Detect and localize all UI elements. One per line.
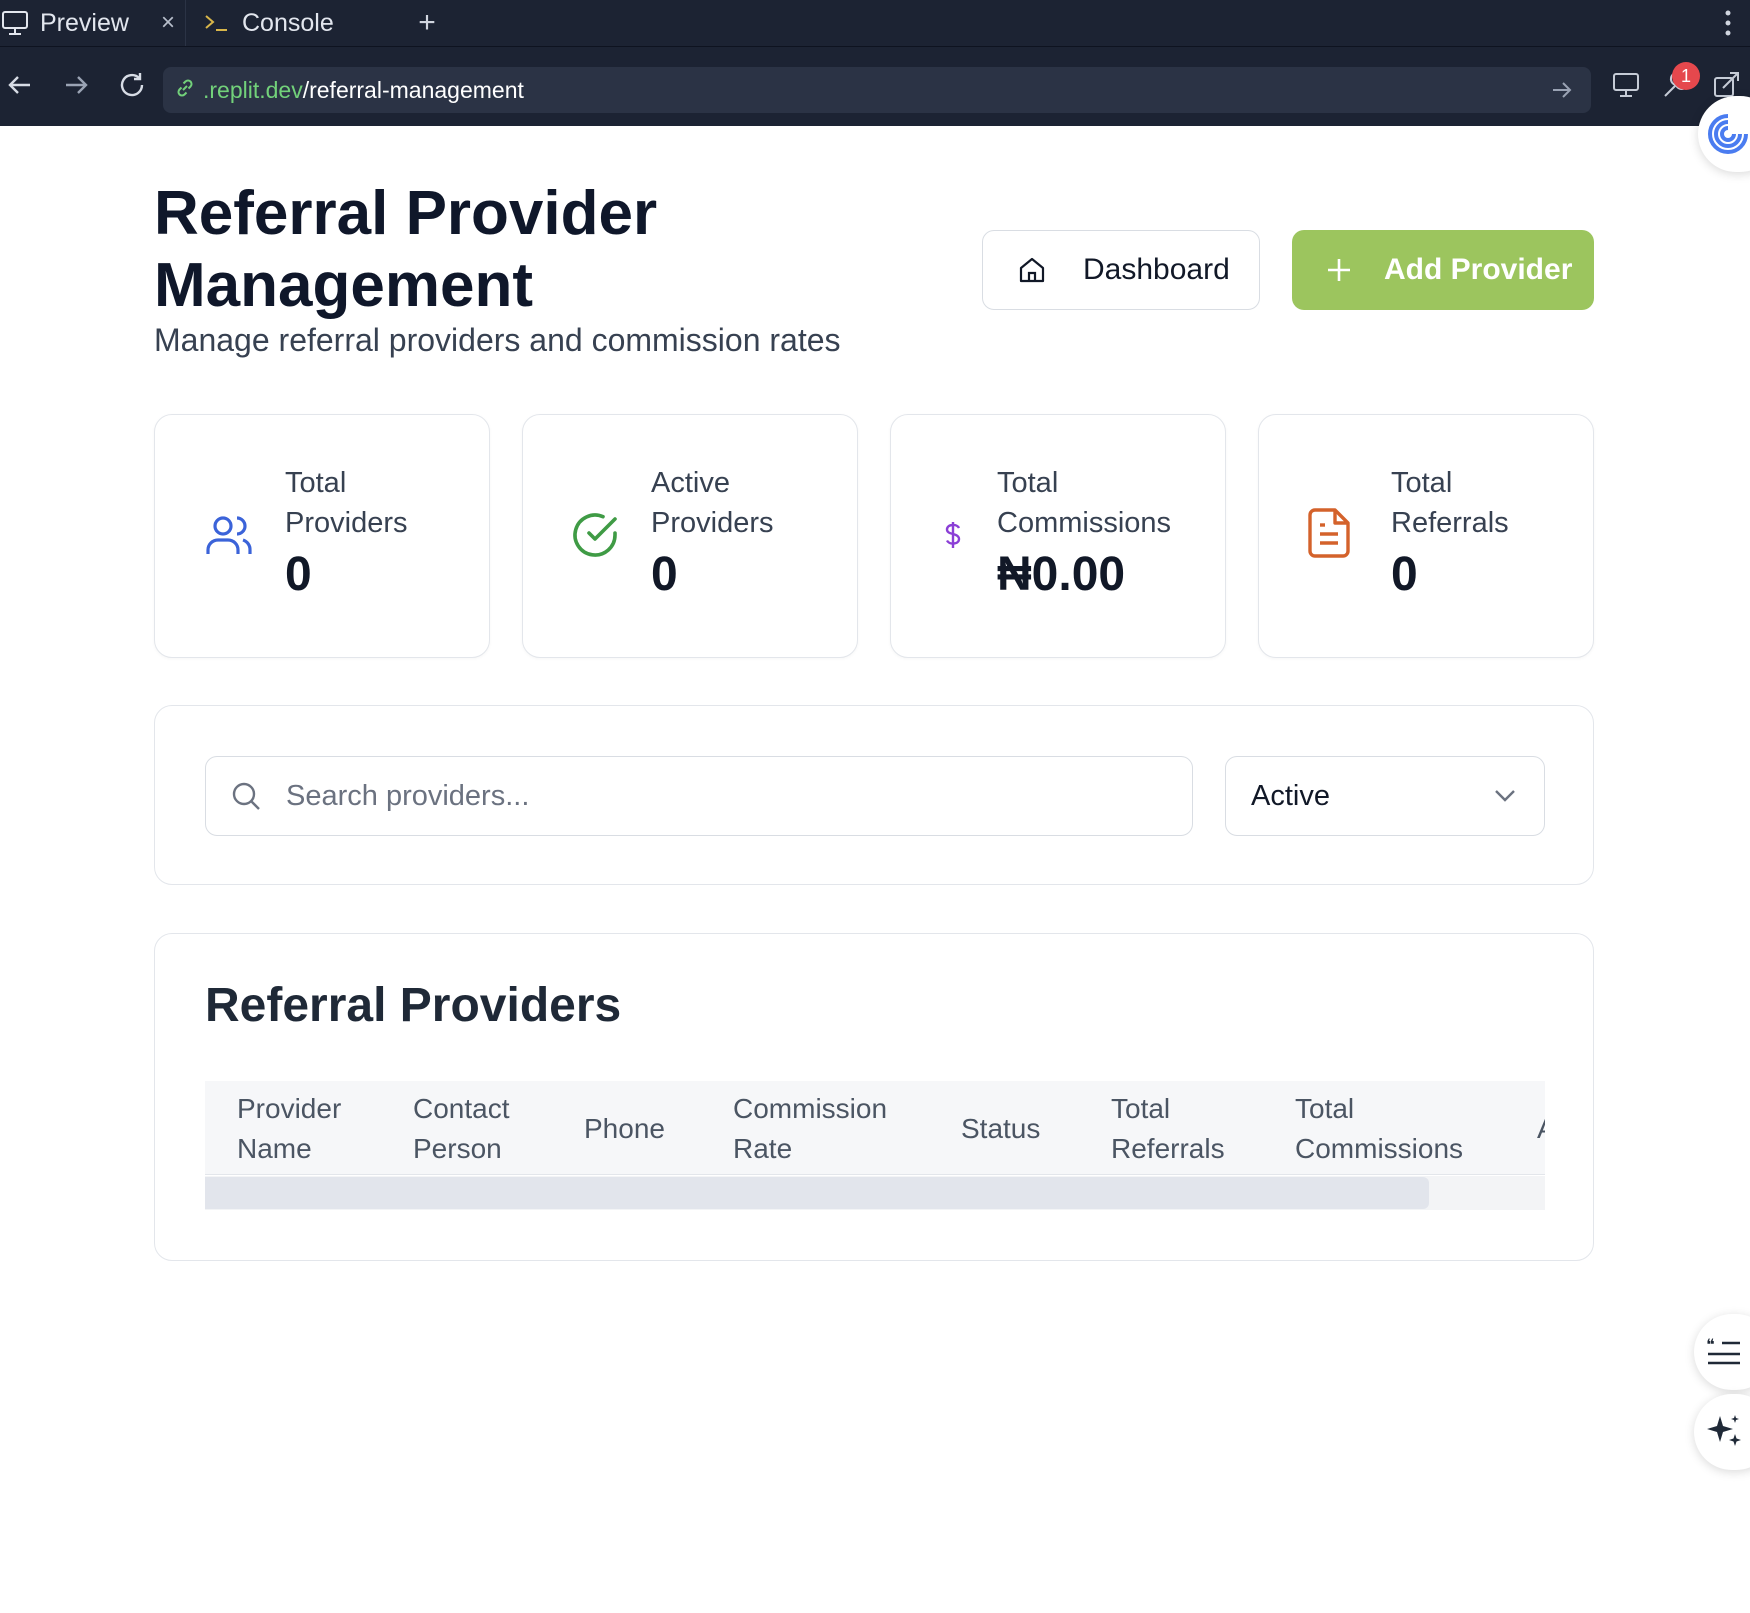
- quote-list-icon[interactable]: ❝: [1694, 1314, 1750, 1390]
- chevron-down-icon: [1490, 781, 1520, 811]
- stat-value: ₦0.00: [997, 548, 1126, 601]
- status-select-value: Active: [1251, 779, 1330, 812]
- sparkles-icon[interactable]: [1694, 1394, 1750, 1470]
- notification-badge: 1: [1672, 62, 1700, 90]
- check-circle-icon: [569, 509, 621, 561]
- new-tab-button[interactable]: +: [410, 6, 444, 40]
- browser-navbar: .replit.dev/referral-management: [0, 46, 1750, 126]
- home-icon: [1015, 253, 1049, 287]
- tab-label: Console: [242, 8, 334, 37]
- stat-card-total-commissions: Total Commissions ₦0.00: [890, 414, 1226, 658]
- dollar-icon: [927, 509, 979, 561]
- column-header-total-commissions[interactable]: Total Commissions: [1295, 1089, 1495, 1169]
- stat-value: 0: [1391, 548, 1418, 601]
- link-icon: [173, 76, 197, 105]
- status-select[interactable]: Active: [1225, 756, 1545, 836]
- file-text-icon: [1303, 507, 1355, 559]
- column-header-truncated[interactable]: A: [1537, 1109, 1545, 1149]
- url-host: .replit.dev: [203, 76, 303, 103]
- close-tab-icon[interactable]: ×: [156, 9, 180, 37]
- back-arrow-icon[interactable]: [0, 65, 40, 105]
- monitor-icon: [0, 8, 30, 38]
- dashboard-button[interactable]: Dashboard: [982, 230, 1260, 310]
- search-input[interactable]: [286, 779, 1166, 813]
- stat-label: Total Commissions: [997, 467, 1172, 539]
- stat-value: 0: [651, 548, 678, 601]
- horizontal-scrollbar-thumb[interactable]: [205, 1177, 1429, 1209]
- stat-label: Active Providers: [651, 467, 774, 539]
- url-path: /referral-management: [302, 76, 524, 103]
- go-arrow-icon[interactable]: [1547, 75, 1577, 105]
- stat-label: Total Referrals: [1391, 467, 1509, 539]
- add-provider-label: Add Provider: [1384, 253, 1573, 286]
- tab-console[interactable]: Console: [188, 0, 388, 46]
- more-options-icon[interactable]: [1716, 6, 1740, 40]
- stat-label: Total Providers: [285, 467, 408, 539]
- providers-table-card: Referral Providers Provider Name Contact…: [154, 933, 1594, 1261]
- address-bar[interactable]: .replit.dev/referral-management: [163, 67, 1591, 113]
- stat-card-total-referrals: Total Referrals 0: [1258, 414, 1594, 658]
- column-header-status[interactable]: Status: [961, 1109, 1040, 1149]
- svg-text:❝: ❝: [1706, 1337, 1715, 1354]
- stat-value: 0: [285, 548, 312, 601]
- table-title: Referral Providers: [205, 979, 622, 1032]
- search-icon: [228, 778, 264, 814]
- browser-tabbar: Preview × Console +: [0, 0, 1750, 46]
- plus-icon: [1322, 253, 1356, 287]
- search-box[interactable]: [205, 756, 1193, 836]
- page-subtitle: Manage referral providers and commission…: [154, 322, 841, 358]
- tab-label: Preview: [40, 8, 129, 37]
- column-header-total-referrals[interactable]: Total Referrals: [1111, 1089, 1251, 1169]
- column-header-commission-rate[interactable]: Commission Rate: [733, 1089, 913, 1169]
- dashboard-label: Dashboard: [1083, 253, 1230, 286]
- table-header: Provider Name Contact Person Phone Commi…: [205, 1081, 1545, 1175]
- stat-card-total-providers: Total Providers 0: [154, 414, 490, 658]
- devices-icon[interactable]: [1606, 65, 1646, 105]
- column-header-contact-person[interactable]: Contact Person: [413, 1089, 543, 1169]
- column-header-phone[interactable]: Phone: [584, 1109, 665, 1149]
- forward-arrow-icon[interactable]: [56, 65, 96, 105]
- filter-card: Active: [154, 705, 1594, 885]
- column-header-provider-name[interactable]: Provider Name: [237, 1089, 377, 1169]
- stat-card-active-providers: Active Providers 0: [522, 414, 858, 658]
- reload-icon[interactable]: [112, 65, 152, 105]
- users-icon: [203, 509, 255, 561]
- add-provider-button[interactable]: Add Provider: [1292, 230, 1594, 310]
- page-title: Referral Provider Management: [154, 179, 658, 320]
- terminal-icon: [202, 8, 232, 38]
